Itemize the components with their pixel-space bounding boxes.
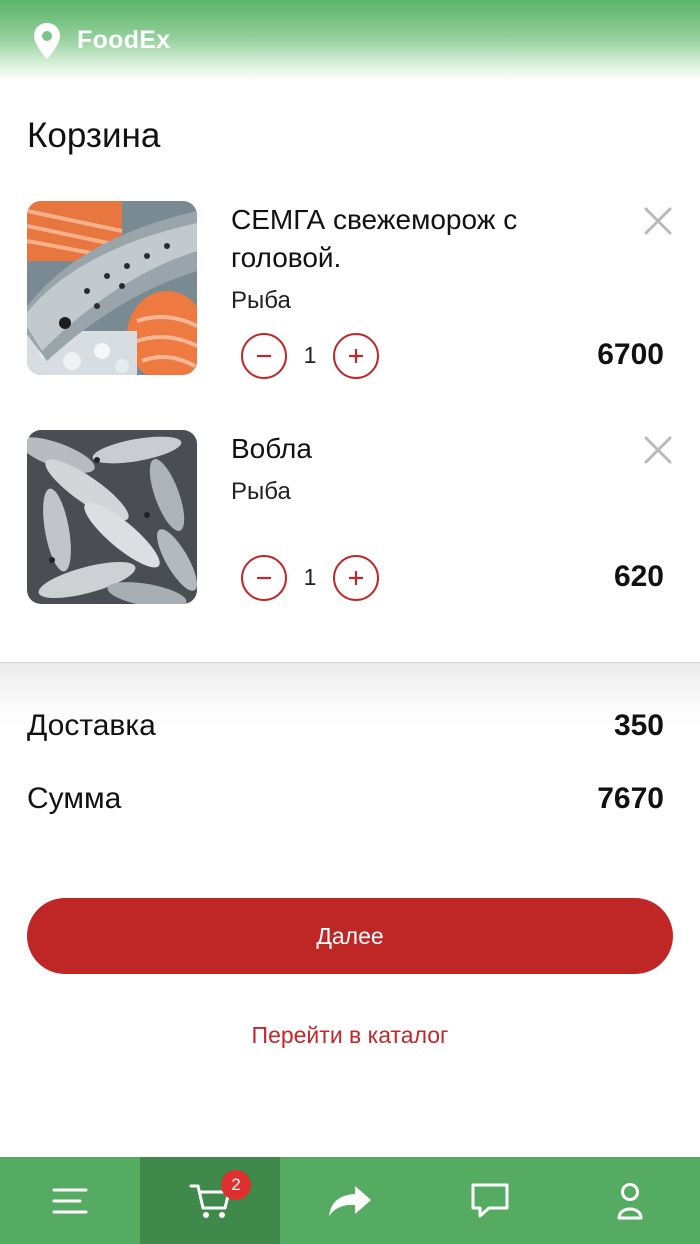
close-icon[interactable] — [640, 432, 676, 468]
delivery-label: Доставка — [27, 709, 156, 742]
delivery-value: 350 — [613, 709, 664, 742]
tab-share[interactable] — [280, 1157, 420, 1244]
increase-quantity-button[interactable] — [333, 555, 379, 601]
total-row: Сумма 7670 — [27, 782, 664, 822]
quantity-stepper: 1 — [241, 555, 381, 601]
total-label: Сумма — [27, 782, 122, 815]
quantity-value: 1 — [303, 342, 317, 368]
tab-chat[interactable] — [420, 1157, 560, 1244]
item-price: 620 — [613, 560, 664, 593]
decrease-quantity-button[interactable] — [241, 555, 287, 601]
tab-profile[interactable] — [560, 1157, 700, 1244]
salmon-photo[interactable] — [27, 201, 197, 375]
minus-icon — [257, 576, 271, 580]
order-summary: Доставка 350 Сумма 7670 — [0, 662, 700, 832]
cart-item: Вобла Рыба 1 620 — [0, 430, 700, 610]
tab-cart[interactable]: 2 — [140, 1157, 280, 1244]
plus-icon — [349, 571, 363, 585]
roach-fish-photo[interactable] — [27, 430, 197, 604]
plus-icon — [349, 349, 363, 363]
bottom-tab-bar: 2 — [0, 1157, 700, 1244]
item-price: 6700 — [597, 338, 664, 371]
cart-count-badge: 2 — [221, 1170, 251, 1200]
item-name[interactable]: СЕМГА свежеморож с головой. — [231, 201, 571, 277]
item-category: Рыба — [231, 287, 291, 314]
minus-icon — [257, 354, 271, 358]
chat-icon — [471, 1183, 509, 1217]
item-category: Рыба — [231, 478, 291, 505]
increase-quantity-button[interactable] — [333, 333, 379, 379]
page-title: Корзина — [27, 116, 161, 155]
quantity-stepper: 1 — [241, 333, 381, 379]
total-value: 7670 — [597, 782, 664, 815]
top-bar: FoodEx — [0, 0, 700, 80]
quantity-value: 1 — [303, 564, 317, 590]
tab-menu[interactable] — [0, 1157, 140, 1244]
brand-name: FoodEx — [77, 26, 171, 54]
delivery-row: Доставка 350 — [27, 709, 664, 749]
share-icon — [329, 1185, 371, 1216]
close-icon[interactable] — [640, 203, 676, 239]
cart-item: СЕМГА свежеморож с головой. Рыба 1 6700 — [0, 201, 700, 381]
next-button[interactable]: Далее — [27, 898, 673, 974]
profile-icon — [617, 1182, 643, 1219]
map-pin-icon[interactable] — [32, 22, 62, 60]
item-name[interactable]: Вобла — [231, 430, 571, 468]
go-to-catalog-link[interactable]: Перейти в каталог — [0, 1022, 700, 1049]
menu-icon — [52, 1188, 88, 1213]
decrease-quantity-button[interactable] — [241, 333, 287, 379]
